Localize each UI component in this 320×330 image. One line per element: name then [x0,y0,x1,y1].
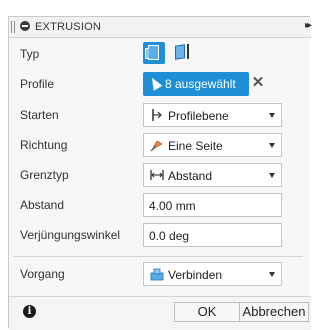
distance-extent-icon [150,170,164,180]
row-starten: Starten Profilebene [9,100,311,130]
abstand-input[interactable]: 4.00 mm [143,193,282,217]
starten-label: Starten [20,108,59,122]
profile-plane-icon [152,109,162,121]
starten-value: Profilebene [168,109,229,123]
profile-selection-button[interactable]: 8 ausgewählt [143,72,249,96]
join-operation-icon [150,268,164,281]
row-profile: Profile 8 ausgewählt ✕ [9,69,311,99]
chevron-down-icon [269,143,275,148]
type-solid-button[interactable] [143,42,165,64]
abstand-label: Abstand [20,198,65,212]
dialog-title-bar[interactable]: EXTRUSION ▸▸ [9,17,312,38]
row-richtung: Richtung Eine Seite [9,130,311,160]
verjuengungswinkel-label: Verjüngungswinkel [20,228,121,242]
extrusion-dialog: EXTRUSION ▸▸ Typ Profile 8 ausgewählt ✕ … [8,16,312,330]
expand-panel-icon[interactable]: ▸▸ [305,20,312,31]
vorgang-dropdown[interactable]: Verbinden [143,262,282,286]
type-surface-button[interactable] [171,42,193,64]
cancel-button[interactable]: Abbrechen [239,302,309,322]
starten-dropdown[interactable]: Profilebene [143,103,282,127]
profile-label: Profile [20,77,55,91]
ok-button[interactable]: OK [174,302,240,322]
richtung-value: Eine Seite [168,139,223,153]
info-icon[interactable]: i [23,305,36,318]
grenztyp-label: Grenztyp [20,168,69,182]
select-cursor-icon [147,75,163,91]
chevron-down-icon [269,173,275,178]
clear-selection-icon[interactable]: ✕ [250,73,266,91]
chevron-down-icon [269,113,275,118]
vorgang-value: Verbinden [168,268,223,282]
richtung-label: Richtung [20,138,68,152]
grenztyp-value: Abstand [168,169,213,183]
drag-handle-icon[interactable] [11,21,15,33]
solid-extrude-icon [145,45,159,60]
grenztyp-dropdown[interactable]: Abstand [143,163,282,187]
row-grenztyp: Grenztyp Abstand [9,160,311,190]
row-vorgang: Vorgang Verbinden [9,259,311,289]
collapse-icon[interactable] [20,21,30,31]
richtung-dropdown[interactable]: Eine Seite [143,133,282,157]
vorgang-label: Vorgang [20,267,65,281]
dialog-footer: i OK Abbrechen [9,296,311,330]
typ-label: Typ [20,47,40,61]
row-typ: Typ [9,39,311,69]
chevron-down-icon [269,272,275,277]
row-verjuengungswinkel: Verjüngungswinkel 0.0 deg [9,220,311,250]
profile-selection-count: 8 ausgewählt [165,77,236,91]
surface-extrude-icon [175,44,185,60]
row-abstand: Abstand 4.00 mm [9,190,311,220]
one-side-direction-icon [150,140,163,152]
dialog-title: EXTRUSION [35,21,101,33]
section-divider [13,256,303,257]
verjuengungswinkel-input[interactable]: 0.0 deg [143,223,282,247]
